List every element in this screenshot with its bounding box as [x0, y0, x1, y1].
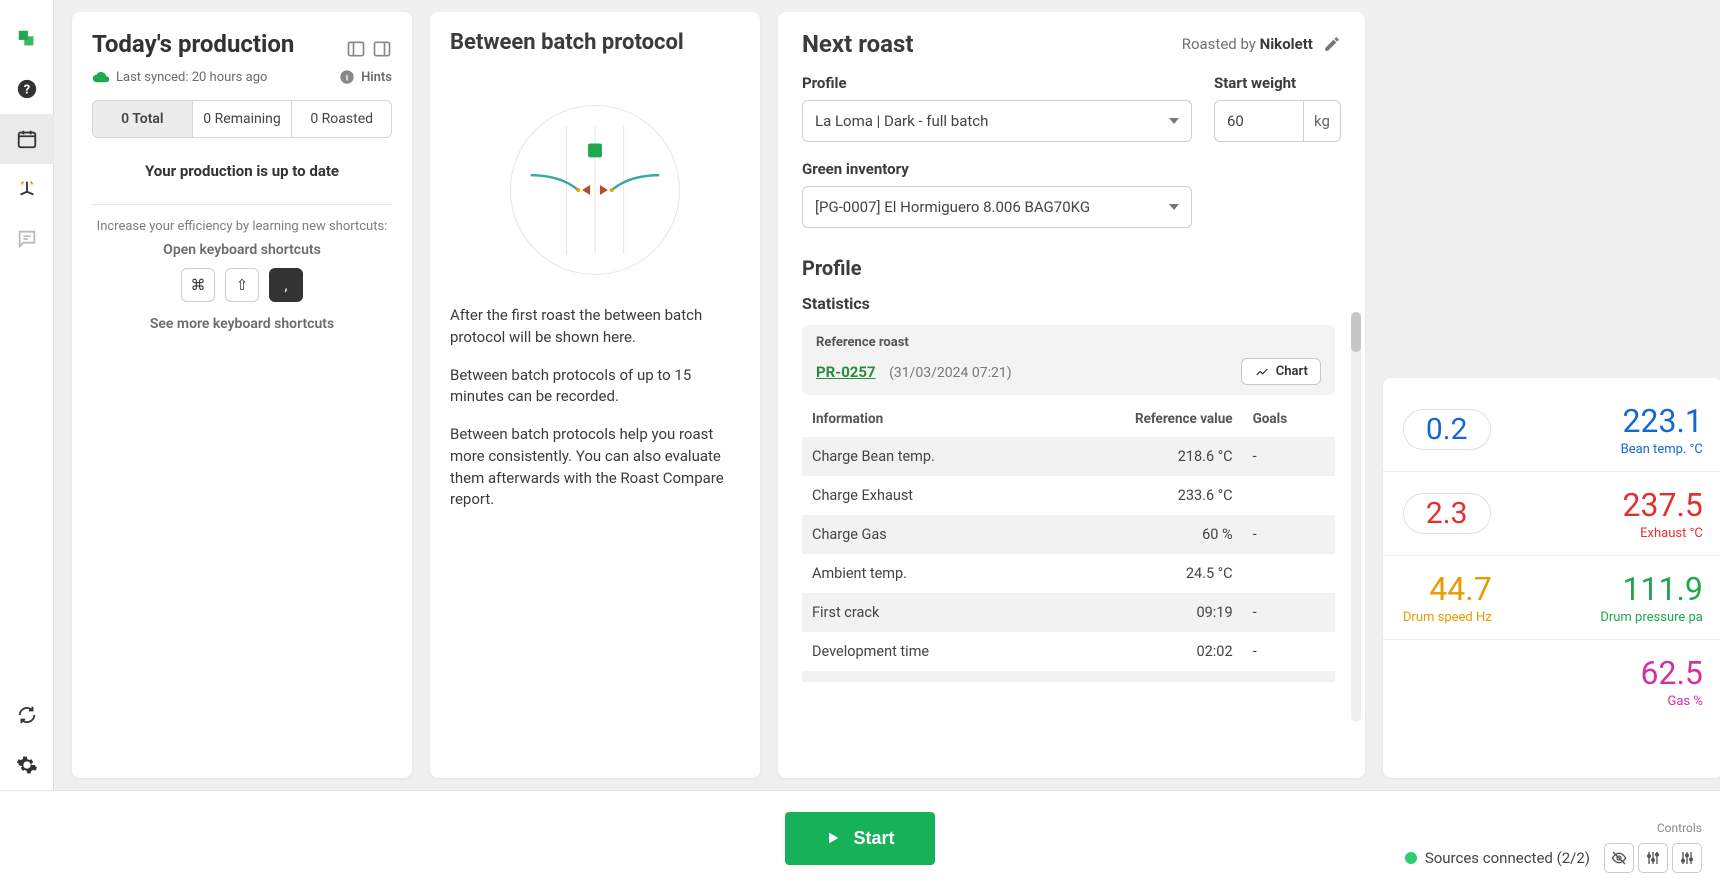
green-inventory-label: Green inventory [802, 160, 1341, 178]
metric-bean-temp: 0.2 223.1 Bean temp. °C [1383, 388, 1720, 472]
tab-roasted[interactable]: 0 Roasted [292, 101, 391, 137]
hints-button[interactable]: i Hints [339, 69, 392, 85]
layout-left-icon[interactable] [346, 39, 366, 59]
edit-roaster-icon[interactable] [1323, 35, 1341, 53]
table-row: Charge Gas60 %- [802, 515, 1335, 554]
col-information: Information [802, 401, 1044, 437]
sliders-alt-icon[interactable] [1672, 843, 1702, 873]
between-text-2: Between batch protocols of up to 15 minu… [450, 365, 740, 409]
table-row: Ambient temp.24.5 °C [802, 554, 1335, 593]
statistics-title: Statistics [802, 294, 1335, 313]
see-more-shortcuts-link[interactable]: See more keyboard shortcuts [92, 316, 392, 332]
eye-off-icon[interactable] [1604, 843, 1634, 873]
between-batch-panel: Between batch protocol After the first r… [430, 12, 760, 778]
shortcut-keys: ⌘ ⇧ , [92, 268, 392, 302]
sliders-icon[interactable] [1638, 843, 1668, 873]
between-text-1: After the first roast the between batch … [450, 305, 740, 349]
key-shift: ⇧ [225, 268, 259, 302]
chat-icon[interactable] [0, 214, 54, 264]
settings-icon[interactable] [0, 740, 54, 790]
col-goals: Goals [1243, 401, 1335, 437]
metrics-panel: 0.2 223.1 Bean temp. °C 2.3 237.5 Exhaus… [1383, 378, 1720, 778]
roasted-by: Roasted by Nikolett [1182, 35, 1313, 53]
tab-total[interactable]: 0 Total [93, 101, 193, 137]
alert-icon[interactable] [0, 164, 54, 214]
profile-section-title: Profile [802, 256, 1335, 280]
todays-production-panel: Today's production Last synced: 20 hours… [72, 12, 412, 778]
controls-label: Controls [1657, 821, 1702, 835]
logo-icon[interactable] [0, 14, 54, 64]
layout-right-icon[interactable] [372, 39, 392, 59]
between-batch-illustration [510, 105, 680, 275]
start-button[interactable]: Start [785, 812, 935, 865]
profile-field-label: Profile [802, 74, 1192, 92]
sync-icon[interactable] [0, 690, 54, 740]
status-dot-icon [1405, 852, 1417, 864]
metric-exhaust: 2.3 237.5 Exhaust °C [1383, 472, 1720, 556]
chart-button[interactable]: Chart [1241, 358, 1321, 385]
todays-production-title: Today's production [92, 30, 294, 58]
help-icon[interactable]: ? [0, 64, 54, 114]
reference-roast-block: Reference roast PR-0257 (31/03/2024 07:2… [802, 325, 1335, 395]
scrollbar[interactable] [1351, 312, 1361, 722]
col-reference: Reference value [1044, 401, 1243, 437]
last-synced-text: Last synced: 20 hours ago [116, 70, 267, 85]
chevron-down-icon [1169, 204, 1179, 210]
green-inventory-select[interactable]: [PG-0007] El Hormiguero 8.006 BAG70KG [802, 186, 1192, 228]
start-weight-input[interactable]: 60 [1214, 100, 1304, 142]
start-weight-unit: kg [1304, 100, 1341, 142]
svg-text:?: ? [23, 83, 29, 98]
start-weight-label: Start weight [1214, 74, 1341, 92]
cloud-sync-icon [92, 68, 110, 86]
calendar-icon[interactable] [0, 114, 54, 164]
statistics-table: Information Reference value Goals Charge… [802, 401, 1335, 682]
table-row: Development time02:02- [802, 632, 1335, 671]
chevron-down-icon [1169, 118, 1179, 124]
between-batch-title: Between batch protocol [450, 30, 740, 55]
sources-status: Sources connected (2/2) [1405, 849, 1590, 867]
divider [92, 204, 392, 205]
efficiency-hint: Increase your efficiency by learning new… [92, 219, 392, 234]
reference-roast-label: Reference roast [816, 335, 1321, 350]
profile-select[interactable]: La Loma | Dark - full batch [802, 100, 1192, 142]
metric-gas: 62.5 Gas % [1383, 640, 1720, 723]
tab-remaining[interactable]: 0 Remaining [193, 101, 293, 137]
table-row: Dev. time ratio15.2 %- [802, 671, 1335, 682]
table-row: First crack09:19- [802, 593, 1335, 632]
key-comma: , [269, 268, 303, 302]
footer: Start Controls Sources connected (2/2) [0, 790, 1720, 885]
info-icon: i [339, 69, 355, 85]
production-tabs: 0 Total 0 Remaining 0 Roasted [92, 100, 392, 138]
reference-roast-link[interactable]: PR-0257 [816, 363, 876, 381]
svg-text:i: i [346, 73, 348, 83]
production-status: Your production is up to date [92, 162, 392, 180]
metric-drum: 44.7 Drum speed Hz 111.9 Drum pressure p… [1383, 556, 1720, 640]
key-cmd: ⌘ [181, 268, 215, 302]
reference-roast-date: (31/03/2024 07:21) [889, 365, 1012, 381]
shortcut-title: Open keyboard shortcuts [92, 242, 392, 258]
next-roast-title: Next roast [802, 30, 913, 58]
table-row: Charge Exhaust233.6 °C [802, 476, 1335, 515]
between-text-3: Between batch protocols help you roast m… [450, 424, 740, 511]
icon-rail: ? [0, 0, 54, 790]
next-roast-panel: Next roast Roasted by Nikolett Profile L… [778, 12, 1365, 778]
table-row: Charge Bean temp.218.6 °C- [802, 437, 1335, 476]
